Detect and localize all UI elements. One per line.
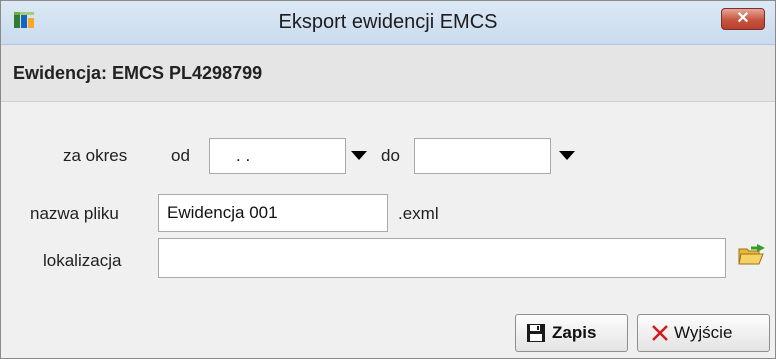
chevron-down-icon[interactable] <box>559 151 575 160</box>
floppy-disk-icon <box>527 324 545 342</box>
exit-label: Wyjście <box>674 323 733 342</box>
close-icon: ✕ <box>736 10 750 27</box>
location-label: lokalizacja <box>43 251 122 270</box>
exit-button[interactable]: Wyjście <box>637 314 770 352</box>
save-label: Zapis <box>552 323 597 342</box>
dialog-window: Eksport ewidencji EMCS ✕ Ewidencja: EMCS… <box>0 0 776 359</box>
title-bar[interactable]: Eksport ewidencji EMCS ✕ <box>1 1 775 45</box>
form-area: za okres od . . do nazwa pliku Ewidencja… <box>1 102 775 358</box>
chevron-down-icon[interactable] <box>351 151 367 160</box>
period-label: za okres <box>63 146 128 165</box>
save-button[interactable]: Zapis <box>515 314 628 352</box>
from-label: od <box>171 146 190 165</box>
x-icon <box>652 325 668 341</box>
window-title: Eksport ewidencji EMCS <box>278 11 498 33</box>
location-input[interactable] <box>158 238 726 278</box>
record-label: Ewidencja: EMCS PL4298799 <box>13 63 263 83</box>
close-button[interactable]: ✕ <box>721 8 765 30</box>
file-name-label: nazwa pliku <box>30 204 119 223</box>
date-to-input[interactable] <box>414 138 551 174</box>
date-from-input[interactable]: . . <box>209 138 346 174</box>
to-label: do <box>381 146 400 165</box>
file-extension-label: .exml <box>398 204 439 223</box>
folder-open-icon[interactable] <box>737 242 767 268</box>
record-header: Ewidencja: EMCS PL4298799 <box>1 45 775 102</box>
file-name-input[interactable]: Ewidencja 001 <box>158 194 388 232</box>
